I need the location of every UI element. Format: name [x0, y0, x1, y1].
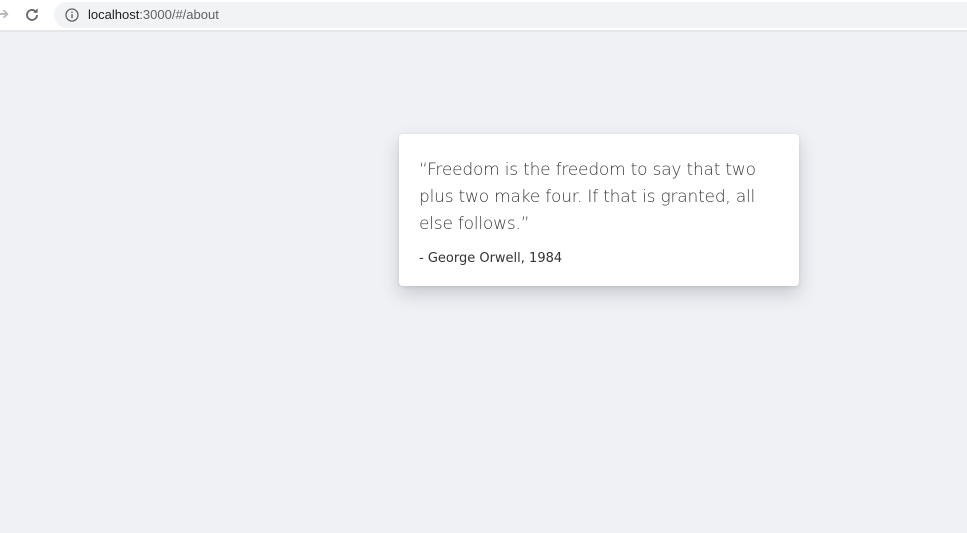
quote-attribution: - George Orwell, 1984	[419, 251, 563, 266]
reload-icon[interactable]	[23, 6, 41, 24]
browser-toolbar: ➔ localhost:3000/#/about	[0, 0, 967, 32]
arrow-right-icon[interactable]: ➔	[0, 6, 10, 24]
url-host: localhost	[88, 7, 140, 22]
quote-text: “Freedom is the freedom to say that two …	[419, 160, 756, 234]
quote-card: “Freedom is the freedom to say that two …	[399, 134, 799, 286]
info-icon[interactable]	[65, 8, 79, 22]
url-path: :3000/#/about	[139, 7, 219, 22]
address-bar[interactable]: localhost:3000/#/about	[54, 2, 967, 28]
url-text[interactable]: localhost:3000/#/about	[88, 7, 219, 23]
